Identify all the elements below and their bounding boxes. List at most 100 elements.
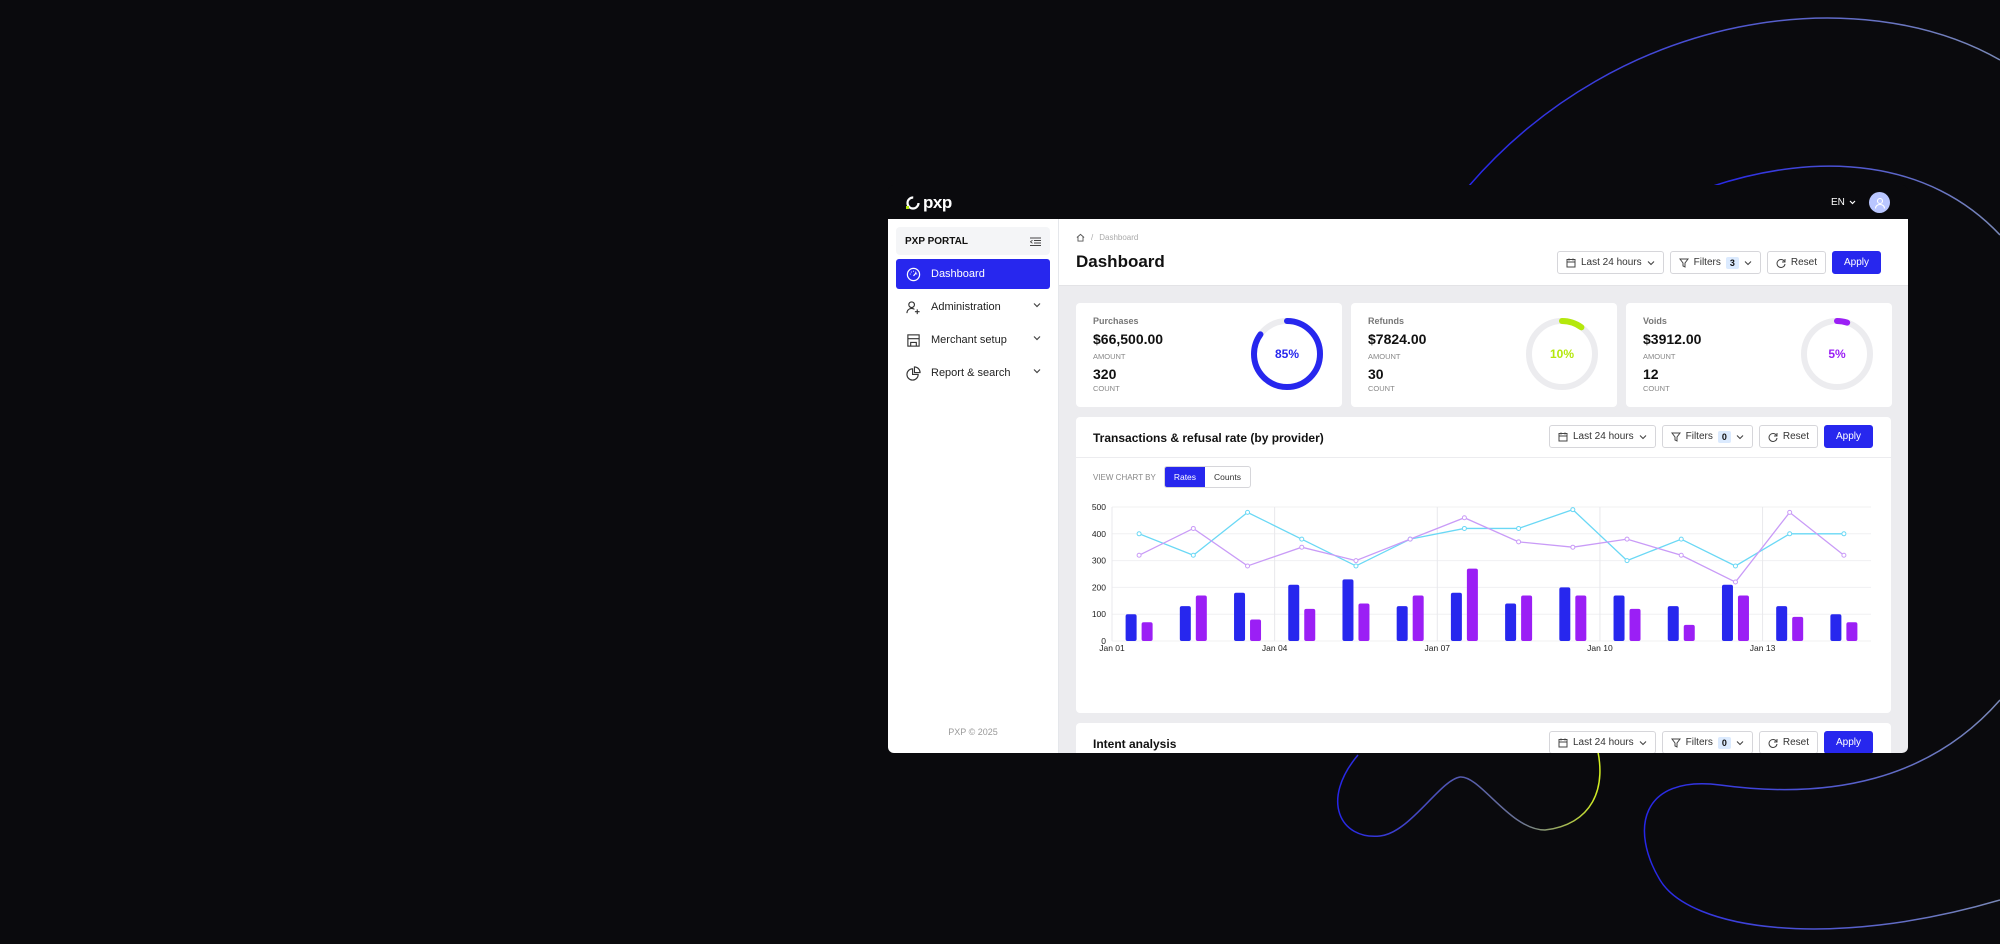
line-point [1516, 525, 1522, 531]
x-tick-label: Jan 04 [1262, 643, 1288, 653]
card-label: Purchases [1093, 316, 1139, 326]
reset-button[interactable]: Reset [1758, 731, 1818, 753]
chevron-down-icon [1639, 434, 1646, 439]
date-range-label: Last 24 hours [1581, 257, 1642, 268]
line-point [1732, 563, 1738, 569]
portal-header: PXP PORTAL [896, 227, 1050, 255]
line-point [1353, 558, 1359, 564]
chevron-down-icon [1033, 336, 1041, 341]
date-range-label: Last 24 hours [1573, 431, 1634, 442]
page-header: / Dashboard Dashboard Last 24 hours Filt… [1059, 219, 1908, 286]
chevron-down-icon [1849, 200, 1856, 205]
users-icon [905, 300, 920, 314]
card-amount-caption: AMOUNT [1368, 352, 1401, 361]
filter-icon [1670, 432, 1681, 442]
filters-select[interactable]: Filters 3 [1669, 251, 1761, 274]
panel-header: Transactions & refusal rate (by provider… [1076, 417, 1891, 458]
panel-toolbar: Last 24 hours Filters 0 Reset Apply [1549, 731, 1873, 753]
bar-provider-a [1288, 584, 1300, 641]
bar-provider-a [1396, 606, 1408, 641]
bar-provider-a [1559, 587, 1571, 641]
logo[interactable]: pxp [904, 193, 952, 213]
toggle-counts[interactable]: Counts [1205, 467, 1250, 487]
apply-button[interactable]: Apply [1823, 425, 1873, 448]
panel-title: Intent analysis [1093, 737, 1177, 751]
app-window: pxp EN PXP PORTAL Dashboard Administrati… [888, 185, 1908, 753]
line-point [1136, 531, 1142, 537]
line-point [1245, 509, 1251, 515]
calendar-icon [1558, 432, 1568, 441]
bar-provider-a [1667, 606, 1679, 641]
reset-button[interactable]: Reset [1758, 425, 1818, 448]
language-selector[interactable]: EN [1831, 197, 1856, 208]
bar-provider-b [1141, 622, 1153, 641]
card-purchases: Purchases $66,500.00 AMOUNT 320 COUNT 85… [1076, 303, 1342, 407]
home-icon[interactable] [1076, 233, 1085, 242]
line-point [1624, 558, 1630, 564]
gauge-icon [906, 267, 920, 281]
chevron-down-icon [1744, 260, 1752, 265]
bar-provider-b [1683, 624, 1695, 641]
line-point [1570, 544, 1576, 550]
panel-title: Transactions & refusal rate (by provider… [1093, 431, 1324, 445]
panel-toolbar: Last 24 hours Filters 0 Reset Apply [1549, 425, 1873, 448]
y-tick-label: 200 [1092, 582, 1106, 592]
bar-provider-a [1234, 592, 1246, 641]
sidebar-nav: Dashboard Administration Merchant setup … [896, 259, 1050, 388]
x-tick-label: Jan 10 [1587, 643, 1613, 653]
bar-provider-b [1358, 603, 1370, 641]
bar-provider-b [1304, 608, 1316, 641]
y-tick-label: 500 [1092, 502, 1106, 512]
bar-provider-a [1505, 603, 1517, 641]
line-point [1299, 536, 1305, 542]
card-label: Voids [1643, 316, 1667, 326]
sidebar-item-administration[interactable]: Administration [896, 292, 1050, 322]
bar-provider-a [1179, 606, 1191, 641]
sidebar-item-merchant-setup[interactable]: Merchant setup [896, 325, 1050, 355]
intent-panel: Intent analysis Last 24 hours Filters 0 [1076, 723, 1891, 753]
view-chart-by: VIEW CHART BY Rates Counts [1093, 466, 1251, 488]
sidebar-item-label: Dashboard [931, 268, 985, 280]
filters-select[interactable]: Filters 0 [1661, 425, 1753, 448]
user-avatar[interactable] [1869, 192, 1890, 213]
refresh-icon [1768, 432, 1778, 442]
sidebar-item-dashboard[interactable]: Dashboard [896, 259, 1050, 289]
line-point [1732, 579, 1738, 585]
bar-provider-b [1737, 595, 1749, 641]
card-count-caption: COUNT [1368, 384, 1395, 393]
card-count: 320 [1093, 366, 1117, 382]
line-point [1407, 536, 1413, 542]
date-range-select[interactable]: Last 24 hours [1549, 425, 1656, 448]
line-point [1190, 552, 1196, 558]
toggle-rates[interactable]: Rates [1164, 467, 1206, 487]
bar-provider-b [1195, 595, 1207, 641]
portal-title: PXP PORTAL [905, 235, 968, 247]
line-point [1678, 536, 1684, 542]
reset-button[interactable]: Reset [1766, 251, 1826, 274]
sidebar: PXP PORTAL Dashboard Administration Merc… [888, 219, 1059, 753]
filter-icon [1678, 258, 1689, 268]
line-point [1787, 509, 1793, 515]
donut-chart: 10% [1526, 318, 1598, 390]
refresh-icon [1768, 738, 1778, 748]
y-tick-label: 300 [1092, 556, 1106, 566]
apply-button[interactable]: Apply [1831, 251, 1881, 274]
filters-select[interactable]: Filters 0 [1661, 731, 1753, 753]
chevron-down-icon [1033, 369, 1041, 374]
card-count-caption: COUNT [1093, 384, 1120, 393]
collapse-menu-icon[interactable] [1030, 237, 1041, 246]
bar-provider-b [1466, 568, 1478, 641]
sidebar-footer: PXP © 2025 [948, 727, 998, 737]
apply-button[interactable]: Apply [1823, 731, 1873, 753]
card-amount: $7824.00 [1368, 331, 1427, 347]
date-range-select[interactable]: Last 24 hours [1549, 731, 1656, 753]
y-tick-label: 400 [1092, 529, 1106, 539]
sidebar-item-report-search[interactable]: Report & search [896, 358, 1050, 388]
filter-icon [1670, 738, 1681, 748]
line-point [1136, 552, 1142, 558]
x-tick-label: Jan 07 [1425, 643, 1451, 653]
sidebar-item-label: Merchant setup [931, 334, 1007, 346]
breadcrumb-item[interactable]: Dashboard [1099, 233, 1138, 242]
date-range-select[interactable]: Last 24 hours [1557, 251, 1664, 274]
chevron-down-icon [1033, 303, 1041, 308]
